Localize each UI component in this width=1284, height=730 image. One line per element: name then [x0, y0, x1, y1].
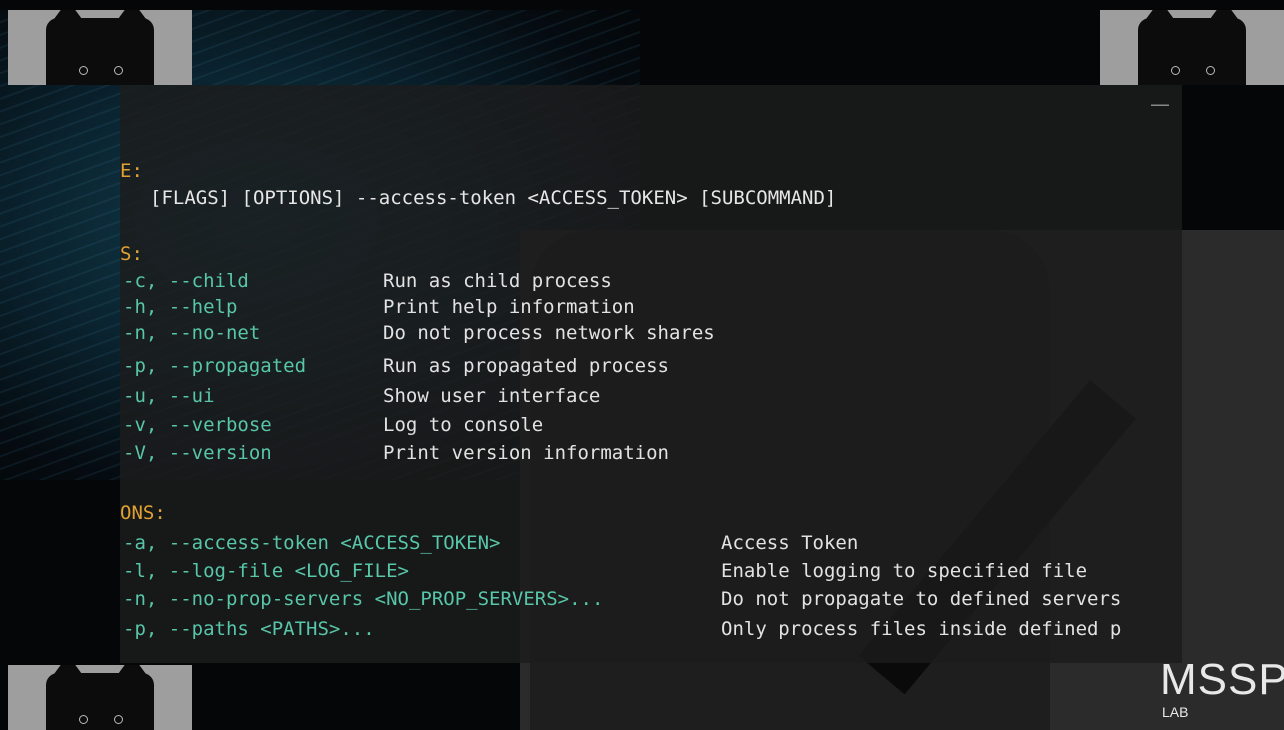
option-name: -p, --paths <PATHS>...	[123, 618, 375, 640]
flag-description: Show user interface	[383, 385, 601, 407]
flag-name: -p, --propagated	[123, 355, 307, 377]
cat-icon	[8, 10, 192, 85]
cat-icon	[8, 665, 192, 730]
logo-title: MSSP	[1160, 655, 1284, 704]
option-name: -l, --log-file <LOG_FILE>	[123, 560, 409, 582]
flag-description: Do not process network shares	[383, 322, 715, 344]
flag-description: Log to console	[383, 414, 544, 436]
flag-name: -c, --child	[123, 270, 249, 292]
logo-subtitle: LAB	[1162, 704, 1189, 720]
flag-name: -n, --no-net	[123, 322, 261, 344]
cat-icon	[1100, 10, 1284, 85]
flag-name: -h, --help	[123, 296, 238, 318]
flag-name: -v, --verbose	[123, 414, 272, 436]
option-description: Access Token	[721, 532, 859, 554]
options-header: ONS:	[120, 502, 166, 524]
option-description: Do not propagate to defined servers	[721, 588, 1122, 610]
usage-line: [FLAGS] [OPTIONS] --access-token <ACCESS…	[150, 187, 837, 209]
usage-header: E:	[120, 160, 143, 182]
option-name: -a, --access-token <ACCESS_TOKEN>	[123, 532, 501, 554]
flags-header: S:	[120, 243, 143, 265]
flag-description: Print version information	[383, 442, 669, 464]
option-name: -n, --no-prop-servers <NO_PROP_SERVERS>.…	[123, 588, 604, 610]
flag-description: Run as child process	[383, 270, 612, 292]
flag-name: -V, --version	[123, 442, 272, 464]
mssp-lab-logo: MSSP LAB	[1160, 655, 1284, 721]
minimize-icon[interactable]: —	[1150, 92, 1170, 116]
flag-name: -u, --ui	[123, 385, 215, 407]
flag-description: Run as propagated process	[383, 355, 669, 377]
flag-description: Print help information	[383, 296, 635, 318]
option-description: Only process files inside defined p	[721, 618, 1122, 640]
option-description: Enable logging to specified file	[721, 560, 1088, 582]
